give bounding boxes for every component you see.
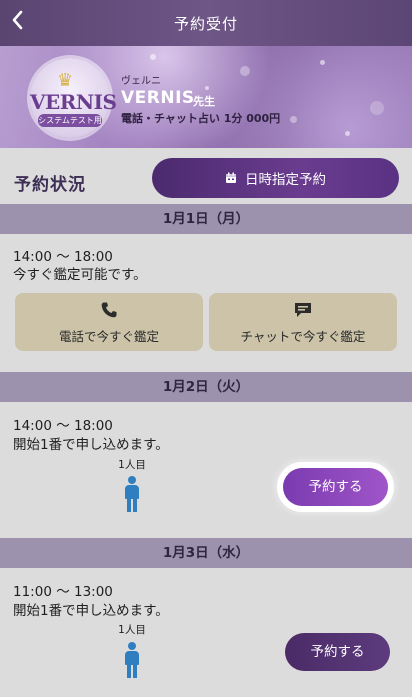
teacher-name: VERNIS (121, 88, 195, 108)
slot-label: 1人目 (118, 624, 146, 636)
slot-label: 1人目 (118, 459, 146, 471)
time-range: 14:00 〜 18:00 (13, 418, 113, 434)
phone-icon (15, 301, 203, 324)
day-header: 1月1日（月） (0, 204, 412, 234)
chevron-left-icon[interactable] (10, 9, 32, 35)
person-icon (124, 476, 140, 512)
page-title: 予約受付 (173, 14, 238, 33)
calendar-icon (225, 172, 237, 184)
teacher-suffix: 先生 (193, 95, 215, 108)
availability-note: 開始1番で申し込めます。 (13, 437, 169, 453)
teacher-kana: ヴェルニ (121, 76, 161, 87)
app-bar: 予約受付 (0, 0, 412, 46)
day-header: 1月3日（水） (0, 538, 412, 568)
teacher-price: 電話・チャット占い 1分 000円 (121, 112, 281, 125)
date-reserve-button[interactable]: 日時指定予約 (152, 158, 399, 198)
logo-text: VERNIS (30, 90, 117, 114)
teacher-logo: ♛ VERNIS システムテスト用 (30, 58, 117, 138)
chat-consult-label: チャットで今すぐ鑑定 (240, 329, 366, 344)
reserve-button[interactable]: 予約する (285, 633, 390, 671)
person-icon (124, 642, 140, 678)
availability-note: 開始1番で申し込めます。 (13, 603, 169, 619)
date-reserve-label: 日時指定予約 (245, 172, 326, 188)
status-title: 予約状況 (14, 175, 86, 195)
time-range: 14:00 〜 18:00 (13, 249, 113, 265)
chat-icon (209, 301, 397, 324)
chat-consult-button[interactable]: チャットで今すぐ鑑定 (209, 293, 397, 351)
availability-note: 今すぐ鑑定可能です。 (13, 267, 147, 283)
phone-consult-label: 電話で今すぐ鑑定 (58, 329, 159, 344)
phone-consult-button[interactable]: 電話で今すぐ鑑定 (15, 293, 203, 351)
reserve-button[interactable]: 予約する (283, 468, 388, 506)
crown-icon: ♛ (57, 70, 74, 91)
time-range: 11:00 〜 13:00 (13, 584, 113, 600)
day-header: 1月2日（火） (0, 372, 412, 402)
logo-subtext: システムテスト用 (38, 114, 102, 127)
